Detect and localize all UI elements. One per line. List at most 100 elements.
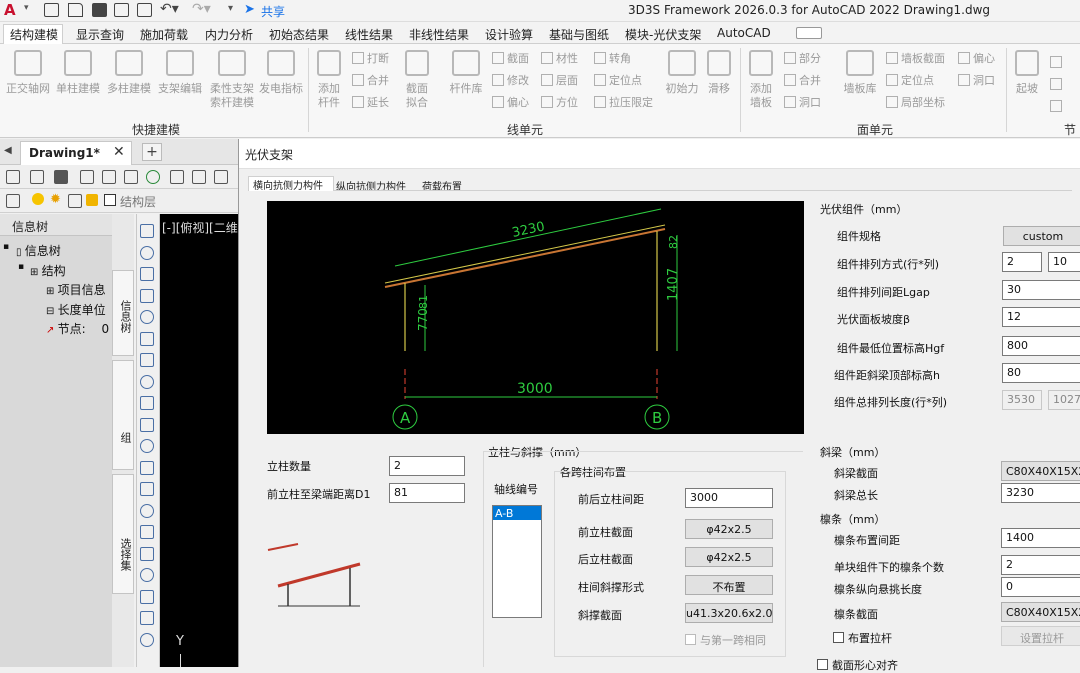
tree-structure[interactable]: ⊞ 结构 bbox=[30, 262, 66, 279]
single-column-button[interactable]: 单柱建模 bbox=[56, 50, 100, 96]
preview-icon[interactable] bbox=[102, 170, 116, 184]
set-tie-rod-button[interactable]: 设置拉杆 bbox=[1001, 626, 1080, 646]
section-fit-button[interactable]: 截面 拟合 bbox=[400, 50, 434, 110]
purlin-section-button[interactable]: C80X40X15X2.0 bbox=[1001, 602, 1080, 622]
tab-nonlinear-result[interactable]: 非线性结果 bbox=[409, 26, 469, 43]
pv-hgf-input[interactable]: 800 bbox=[1002, 336, 1080, 356]
viewport-label[interactable]: [-][俯视][二维 bbox=[162, 219, 238, 236]
tab-lateral-members[interactable]: 横向抗侧力构件 bbox=[248, 176, 334, 191]
3d-icon[interactable] bbox=[146, 170, 160, 184]
tree-length-unit[interactable]: ⊟ 长度单位 bbox=[46, 301, 106, 318]
publish-icon[interactable] bbox=[124, 170, 138, 184]
ribbon-toggle-icon[interactable] bbox=[796, 27, 822, 39]
pv-cols-input[interactable]: 10 bbox=[1048, 252, 1080, 272]
tree-root[interactable]: ▯ 信息树 bbox=[16, 242, 61, 259]
print-icon[interactable] bbox=[137, 3, 152, 17]
beam-section-button[interactable]: C80X40X15X2.0 bbox=[1001, 461, 1080, 481]
local-coord-button[interactable]: 局部坐标 bbox=[886, 96, 945, 110]
tension-limit-button[interactable]: 拉压限定 bbox=[594, 96, 653, 110]
gradient-icon[interactable] bbox=[140, 546, 154, 561]
pv-h-input[interactable]: 80 bbox=[1002, 363, 1080, 383]
add-member-button[interactable]: 添加 杆件 bbox=[312, 50, 346, 110]
new-icon[interactable] bbox=[6, 170, 20, 184]
section-button[interactable]: 截面 bbox=[492, 52, 529, 66]
new-file-icon[interactable] bbox=[44, 3, 59, 17]
pv-slope-input[interactable]: 12 bbox=[1002, 307, 1080, 327]
layer-button[interactable]: 层面 bbox=[541, 74, 578, 88]
axis-list-item[interactable]: A-B bbox=[493, 506, 541, 520]
support-edit-button[interactable]: 支架编辑 bbox=[156, 50, 204, 96]
rectangle-icon[interactable] bbox=[140, 310, 154, 324]
orthogonal-grid-button[interactable]: 正交轴网 bbox=[6, 50, 50, 96]
initial-force-button[interactable]: 初始力 bbox=[662, 50, 702, 96]
pv-spec-button[interactable]: custom bbox=[1003, 226, 1080, 246]
face-anchor-button[interactable]: 定位点 bbox=[886, 74, 934, 88]
new-tab-button[interactable]: + bbox=[142, 143, 162, 161]
layer-name[interactable]: 结构层 bbox=[120, 193, 156, 210]
add-selected-icon[interactable] bbox=[140, 632, 154, 647]
member-library-button[interactable]: 杆件库 bbox=[444, 50, 488, 96]
region-icon[interactable] bbox=[140, 568, 154, 582]
save-icon[interactable] bbox=[54, 170, 68, 184]
tab-design-check[interactable]: 设计验算 bbox=[485, 26, 533, 43]
front-column-section-button[interactable]: φ42x2.5 bbox=[685, 519, 773, 539]
merge-button[interactable]: 合并 bbox=[352, 74, 389, 88]
face-eccentric-button[interactable]: 偏心 bbox=[958, 52, 995, 66]
tab-linear-result[interactable]: 线性结果 bbox=[345, 26, 393, 43]
tab-longitudinal-members[interactable]: 纵向抗侧力构件 bbox=[336, 178, 406, 190]
share-button[interactable]: 共享 bbox=[261, 3, 285, 20]
cut-icon[interactable] bbox=[170, 170, 184, 184]
slope-button[interactable]: 起坡 bbox=[1010, 50, 1044, 96]
modify-button[interactable]: 修改 bbox=[492, 74, 529, 88]
spline-icon[interactable] bbox=[140, 396, 154, 410]
part-button[interactable]: 部分 bbox=[784, 52, 821, 66]
slide-button[interactable]: 滑移 bbox=[702, 50, 736, 96]
save-icon[interactable] bbox=[92, 3, 107, 17]
color-swatch[interactable] bbox=[104, 194, 116, 206]
face-hole-button[interactable]: 洞口 bbox=[958, 74, 995, 88]
orientation-button[interactable]: 方位 bbox=[541, 96, 578, 110]
line-icon[interactable] bbox=[140, 224, 154, 238]
anchor-point-button[interactable]: 定位点 bbox=[594, 74, 642, 88]
make-block-icon[interactable] bbox=[140, 482, 154, 496]
layer-manager-icon[interactable] bbox=[6, 194, 20, 208]
chevron-down-icon[interactable]: ▾ bbox=[24, 3, 29, 13]
paste-icon[interactable] bbox=[214, 170, 228, 184]
tab-display-query[interactable]: 显示查询 bbox=[76, 26, 124, 43]
pv-gap-input[interactable]: 30 bbox=[1002, 280, 1080, 300]
split-button[interactable]: 打断 bbox=[352, 52, 389, 66]
drawing-tab[interactable]: Drawing1* ✕ bbox=[20, 141, 132, 165]
arc-icon[interactable] bbox=[140, 267, 154, 281]
text-icon[interactable] bbox=[140, 611, 154, 625]
tab-initial-result[interactable]: 初始态结果 bbox=[269, 26, 329, 43]
lock-icon[interactable] bbox=[86, 194, 98, 206]
undo-icon[interactable]: ↶▾ bbox=[160, 1, 179, 17]
lightbulb-icon[interactable] bbox=[32, 193, 44, 205]
circle-icon[interactable] bbox=[140, 353, 154, 367]
column-spacing-input[interactable]: 3000 bbox=[685, 488, 773, 508]
ellipse-arc-icon[interactable] bbox=[140, 439, 154, 453]
tree-nodes[interactable]: ↗ 节点: 0 bbox=[46, 320, 109, 337]
axis-listbox[interactable]: A-B bbox=[492, 505, 542, 618]
table-icon[interactable] bbox=[140, 589, 154, 604]
open-file-icon[interactable] bbox=[68, 3, 83, 17]
freeze-icon[interactable] bbox=[68, 194, 82, 208]
beam-length-input[interactable]: 3230 bbox=[1001, 483, 1080, 503]
polyline-icon[interactable] bbox=[140, 245, 154, 260]
tab-autocad[interactable]: AutoCAD bbox=[717, 26, 771, 40]
open-icon[interactable] bbox=[30, 170, 44, 184]
customize-icon[interactable]: ▾ bbox=[228, 3, 233, 14]
multi-column-button[interactable]: 多柱建模 bbox=[106, 50, 152, 96]
save-as-icon[interactable] bbox=[114, 3, 129, 17]
centroid-align-checkbox[interactable]: 截面形心对齐 bbox=[817, 657, 898, 673]
side-tab-selection[interactable]: 选择集 bbox=[112, 474, 134, 594]
node-tools[interactable] bbox=[1050, 52, 1065, 118]
hole-button[interactable]: 洞口 bbox=[784, 96, 821, 110]
tree-expand-icon[interactable]: ▪ bbox=[18, 262, 24, 272]
polygon-icon[interactable] bbox=[140, 288, 154, 303]
wallboard-section-button[interactable]: 墙板截面 bbox=[886, 52, 945, 66]
brace-section-button[interactable]: u41.3x20.6x2.0 bbox=[685, 603, 773, 623]
copy-icon[interactable] bbox=[192, 170, 206, 184]
rear-column-section-button[interactable]: φ42x2.5 bbox=[685, 547, 773, 567]
tab-load-layout[interactable]: 荷载布置 bbox=[422, 178, 462, 190]
